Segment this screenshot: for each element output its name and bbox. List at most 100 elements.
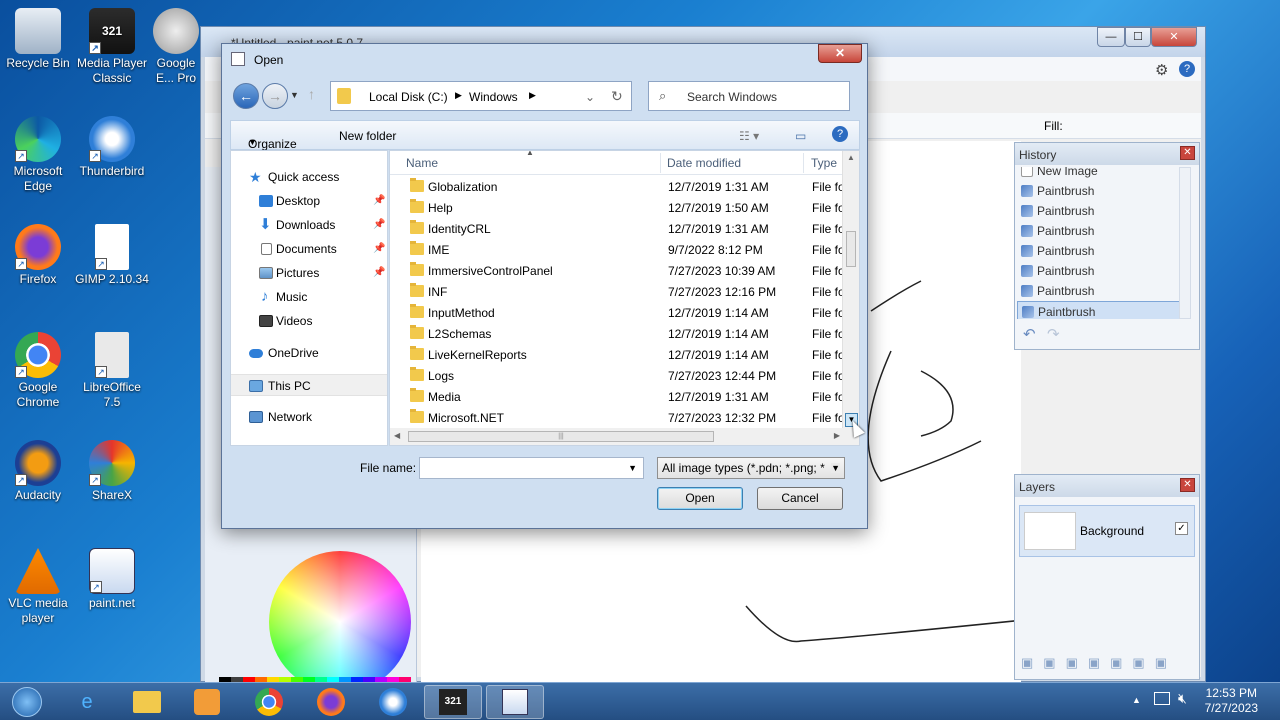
vertical-scrollbar[interactable]: ▲ ▼ xyxy=(842,151,859,445)
desktop-icon-recycle-bin[interactable]: Recycle Bin xyxy=(0,8,76,71)
minimize-button[interactable]: — xyxy=(1097,27,1125,47)
scroll-right-arrow-icon[interactable]: ▶ xyxy=(834,431,840,440)
tray-chevron-icon[interactable]: ▲ xyxy=(1132,695,1141,705)
cancel-button[interactable]: Cancel xyxy=(757,487,843,510)
history-item[interactable]: Paintbrush xyxy=(1017,181,1183,201)
breadcrumb-folder[interactable]: Windows xyxy=(469,90,518,104)
recent-locations-chevron-icon[interactable]: ▼ xyxy=(290,90,299,100)
desktop-icon-vlc[interactable]: VLC media player xyxy=(0,548,76,626)
open-button[interactable]: Open xyxy=(657,487,743,510)
nav-music[interactable]: ♪ Music xyxy=(231,286,387,308)
up-arrow-icon[interactable]: ↑ xyxy=(308,86,315,102)
taskbar-explorer[interactable] xyxy=(118,685,176,719)
history-close-button[interactable]: ✕ xyxy=(1180,146,1195,160)
column-divider[interactable] xyxy=(660,153,661,173)
view-options-icon[interactable]: ☷ ▾ xyxy=(739,129,759,143)
taskbar-chrome[interactable] xyxy=(240,685,298,719)
horizontal-scrollbar[interactable]: ◀ ||| ▶ xyxy=(390,428,844,445)
file-row[interactable]: ImmersiveControlPanel 7/27/2023 10:39 AM F… xyxy=(390,261,859,282)
nav-desktop[interactable]: Desktop 📌 xyxy=(231,190,387,212)
nav-documents[interactable]: Documents 📌 xyxy=(231,238,387,260)
vertical-scrollbar-thumb[interactable] xyxy=(846,231,856,267)
history-scrollbar[interactable] xyxy=(1179,167,1191,319)
history-item-selected[interactable]: Paintbrush xyxy=(1017,301,1183,319)
layer-visibility-checkbox[interactable]: ✓ xyxy=(1175,522,1188,535)
taskbar-ie[interactable]: e xyxy=(58,685,116,719)
color-wheel[interactable] xyxy=(269,551,411,693)
file-row[interactable]: Logs 7/27/2023 12:44 PM File fo xyxy=(390,366,859,387)
desktop-icon-sharex[interactable]: ↗ ShareX xyxy=(74,440,150,503)
dialog-close-button[interactable]: ✕ xyxy=(818,44,862,63)
scroll-left-arrow-icon[interactable]: ◀ xyxy=(394,431,400,440)
history-item[interactable]: Paintbrush xyxy=(1017,221,1183,241)
history-item[interactable]: Paintbrush xyxy=(1017,201,1183,221)
taskbar-thunderbird[interactable] xyxy=(364,685,422,719)
file-row[interactable]: L2Schemas 12/7/2019 1:14 AM File fo xyxy=(390,324,859,345)
file-row[interactable]: IdentityCRL 12/7/2019 1:31 AM File fo xyxy=(390,219,859,240)
file-row[interactable]: Microsoft.NET 7/27/2023 12:32 PM File fo xyxy=(390,408,859,429)
column-header-name[interactable]: Name xyxy=(406,156,438,170)
history-item[interactable]: Paintbrush xyxy=(1017,261,1183,281)
refresh-icon[interactable]: ↻ xyxy=(611,88,623,105)
network-tray-icon[interactable] xyxy=(1154,692,1170,705)
new-folder-button[interactable]: New folder xyxy=(339,129,396,143)
file-row[interactable]: Globalization 12/7/2019 1:31 AM File fo xyxy=(390,177,859,198)
file-name-dropdown-icon[interactable]: ▼ xyxy=(628,463,637,473)
desktop-icon-google-earth[interactable]: Google E... Pro xyxy=(150,8,202,86)
search-box[interactable]: ⌕ Search Windows xyxy=(648,81,850,111)
preview-pane-icon[interactable]: ▭ xyxy=(795,129,806,143)
file-row[interactable]: INF 7/27/2023 12:16 PM File fo xyxy=(390,282,859,303)
nav-downloads[interactable]: ⬇ Downloads 📌 xyxy=(231,214,387,236)
column-header-date[interactable]: Date modified xyxy=(667,156,741,170)
address-bar[interactable]: Local Disk (C:) ▶ Windows ▶ ⌄ ↻ xyxy=(330,81,632,111)
taskbar-media-player-classic[interactable]: 321 xyxy=(424,685,482,719)
nav-videos[interactable]: Videos xyxy=(231,310,387,332)
nav-this-pc[interactable]: This PC xyxy=(231,374,387,396)
address-dropdown-icon[interactable]: ⌄ xyxy=(585,90,595,104)
breadcrumb-drive[interactable]: Local Disk (C:) xyxy=(369,90,448,104)
undo-icon[interactable]: ↶ xyxy=(1023,325,1036,343)
dialog-help-icon[interactable]: ? xyxy=(832,126,848,142)
desktop-icon-libreoffice[interactable]: ↗ LibreOffice 7.5 xyxy=(74,332,150,410)
desktop-icon-chrome[interactable]: ↗ Google Chrome xyxy=(0,332,76,410)
file-row[interactable]: Media 12/7/2019 1:31 AM File fo xyxy=(390,387,859,408)
column-divider[interactable] xyxy=(803,153,804,173)
taskbar-paintnet[interactable] xyxy=(486,685,544,719)
layers-close-button[interactable]: ✕ xyxy=(1180,478,1195,492)
nav-pictures[interactable]: Pictures 📌 xyxy=(231,262,387,284)
horizontal-scrollbar-thumb[interactable]: ||| xyxy=(408,431,714,442)
history-item[interactable]: Paintbrush xyxy=(1017,281,1183,301)
desktop-icon-media-player-classic[interactable]: 321 ↗ Media Player Classic xyxy=(74,8,150,86)
file-row[interactable]: Help 12/7/2019 1:50 AM File fo xyxy=(390,198,859,219)
file-row[interactable]: IME 9/7/2022 8:12 PM File fo xyxy=(390,240,859,261)
file-name-input[interactable]: ▼ xyxy=(419,457,644,479)
desktop-icon-gimp[interactable]: ↗ GIMP 2.10.34 xyxy=(74,224,150,287)
help-icon[interactable]: ? xyxy=(1179,61,1195,77)
history-item[interactable]: Paintbrush xyxy=(1017,241,1183,261)
nav-network[interactable]: Network xyxy=(231,406,387,428)
maximize-button[interactable]: ☐ xyxy=(1125,27,1151,47)
column-header-type[interactable]: Type xyxy=(811,156,837,170)
desktop-icon-paintnet[interactable]: ↗ paint.net xyxy=(74,548,150,611)
file-type-select[interactable]: All image types (*.pdn; *.png; * ▼ xyxy=(657,457,845,479)
paintnet-close-button[interactable]: ✕ xyxy=(1151,27,1197,47)
desktop-icon-thunderbird[interactable]: ↗ Thunderbird xyxy=(74,116,150,179)
taskbar-media-player[interactable] xyxy=(178,685,236,719)
scroll-up-arrow-icon[interactable]: ▲ xyxy=(847,153,855,162)
taskbar-firefox[interactable] xyxy=(302,685,360,719)
back-arrow-icon[interactable]: ← xyxy=(233,83,259,109)
history-item[interactable]: New Image xyxy=(1017,167,1183,181)
nav-quick-access[interactable]: ★ Quick access xyxy=(231,166,387,188)
settings-icon[interactable]: ⚙ xyxy=(1155,61,1168,79)
file-row[interactable]: LiveKernelReports 12/7/2019 1:14 AM File f… xyxy=(390,345,859,366)
volume-muted-icon[interactable]: 🔇︎ xyxy=(1178,690,1187,707)
desktop-icon-edge[interactable]: ↗ Microsoft Edge xyxy=(0,116,76,194)
start-button[interactable] xyxy=(2,685,52,719)
taskbar-clock[interactable]: 12:53 PM 7/27/2023 xyxy=(1205,686,1258,716)
redo-icon[interactable]: ↷ xyxy=(1047,325,1060,343)
forward-arrow-icon[interactable]: → xyxy=(262,83,288,109)
nav-onedrive[interactable]: OneDrive xyxy=(231,342,387,364)
desktop-icon-firefox[interactable]: ↗ Firefox xyxy=(0,224,76,287)
desktop-icon-audacity[interactable]: ↗ Audacity xyxy=(0,440,76,503)
file-row[interactable]: InputMethod 12/7/2019 1:14 AM File fo xyxy=(390,303,859,324)
